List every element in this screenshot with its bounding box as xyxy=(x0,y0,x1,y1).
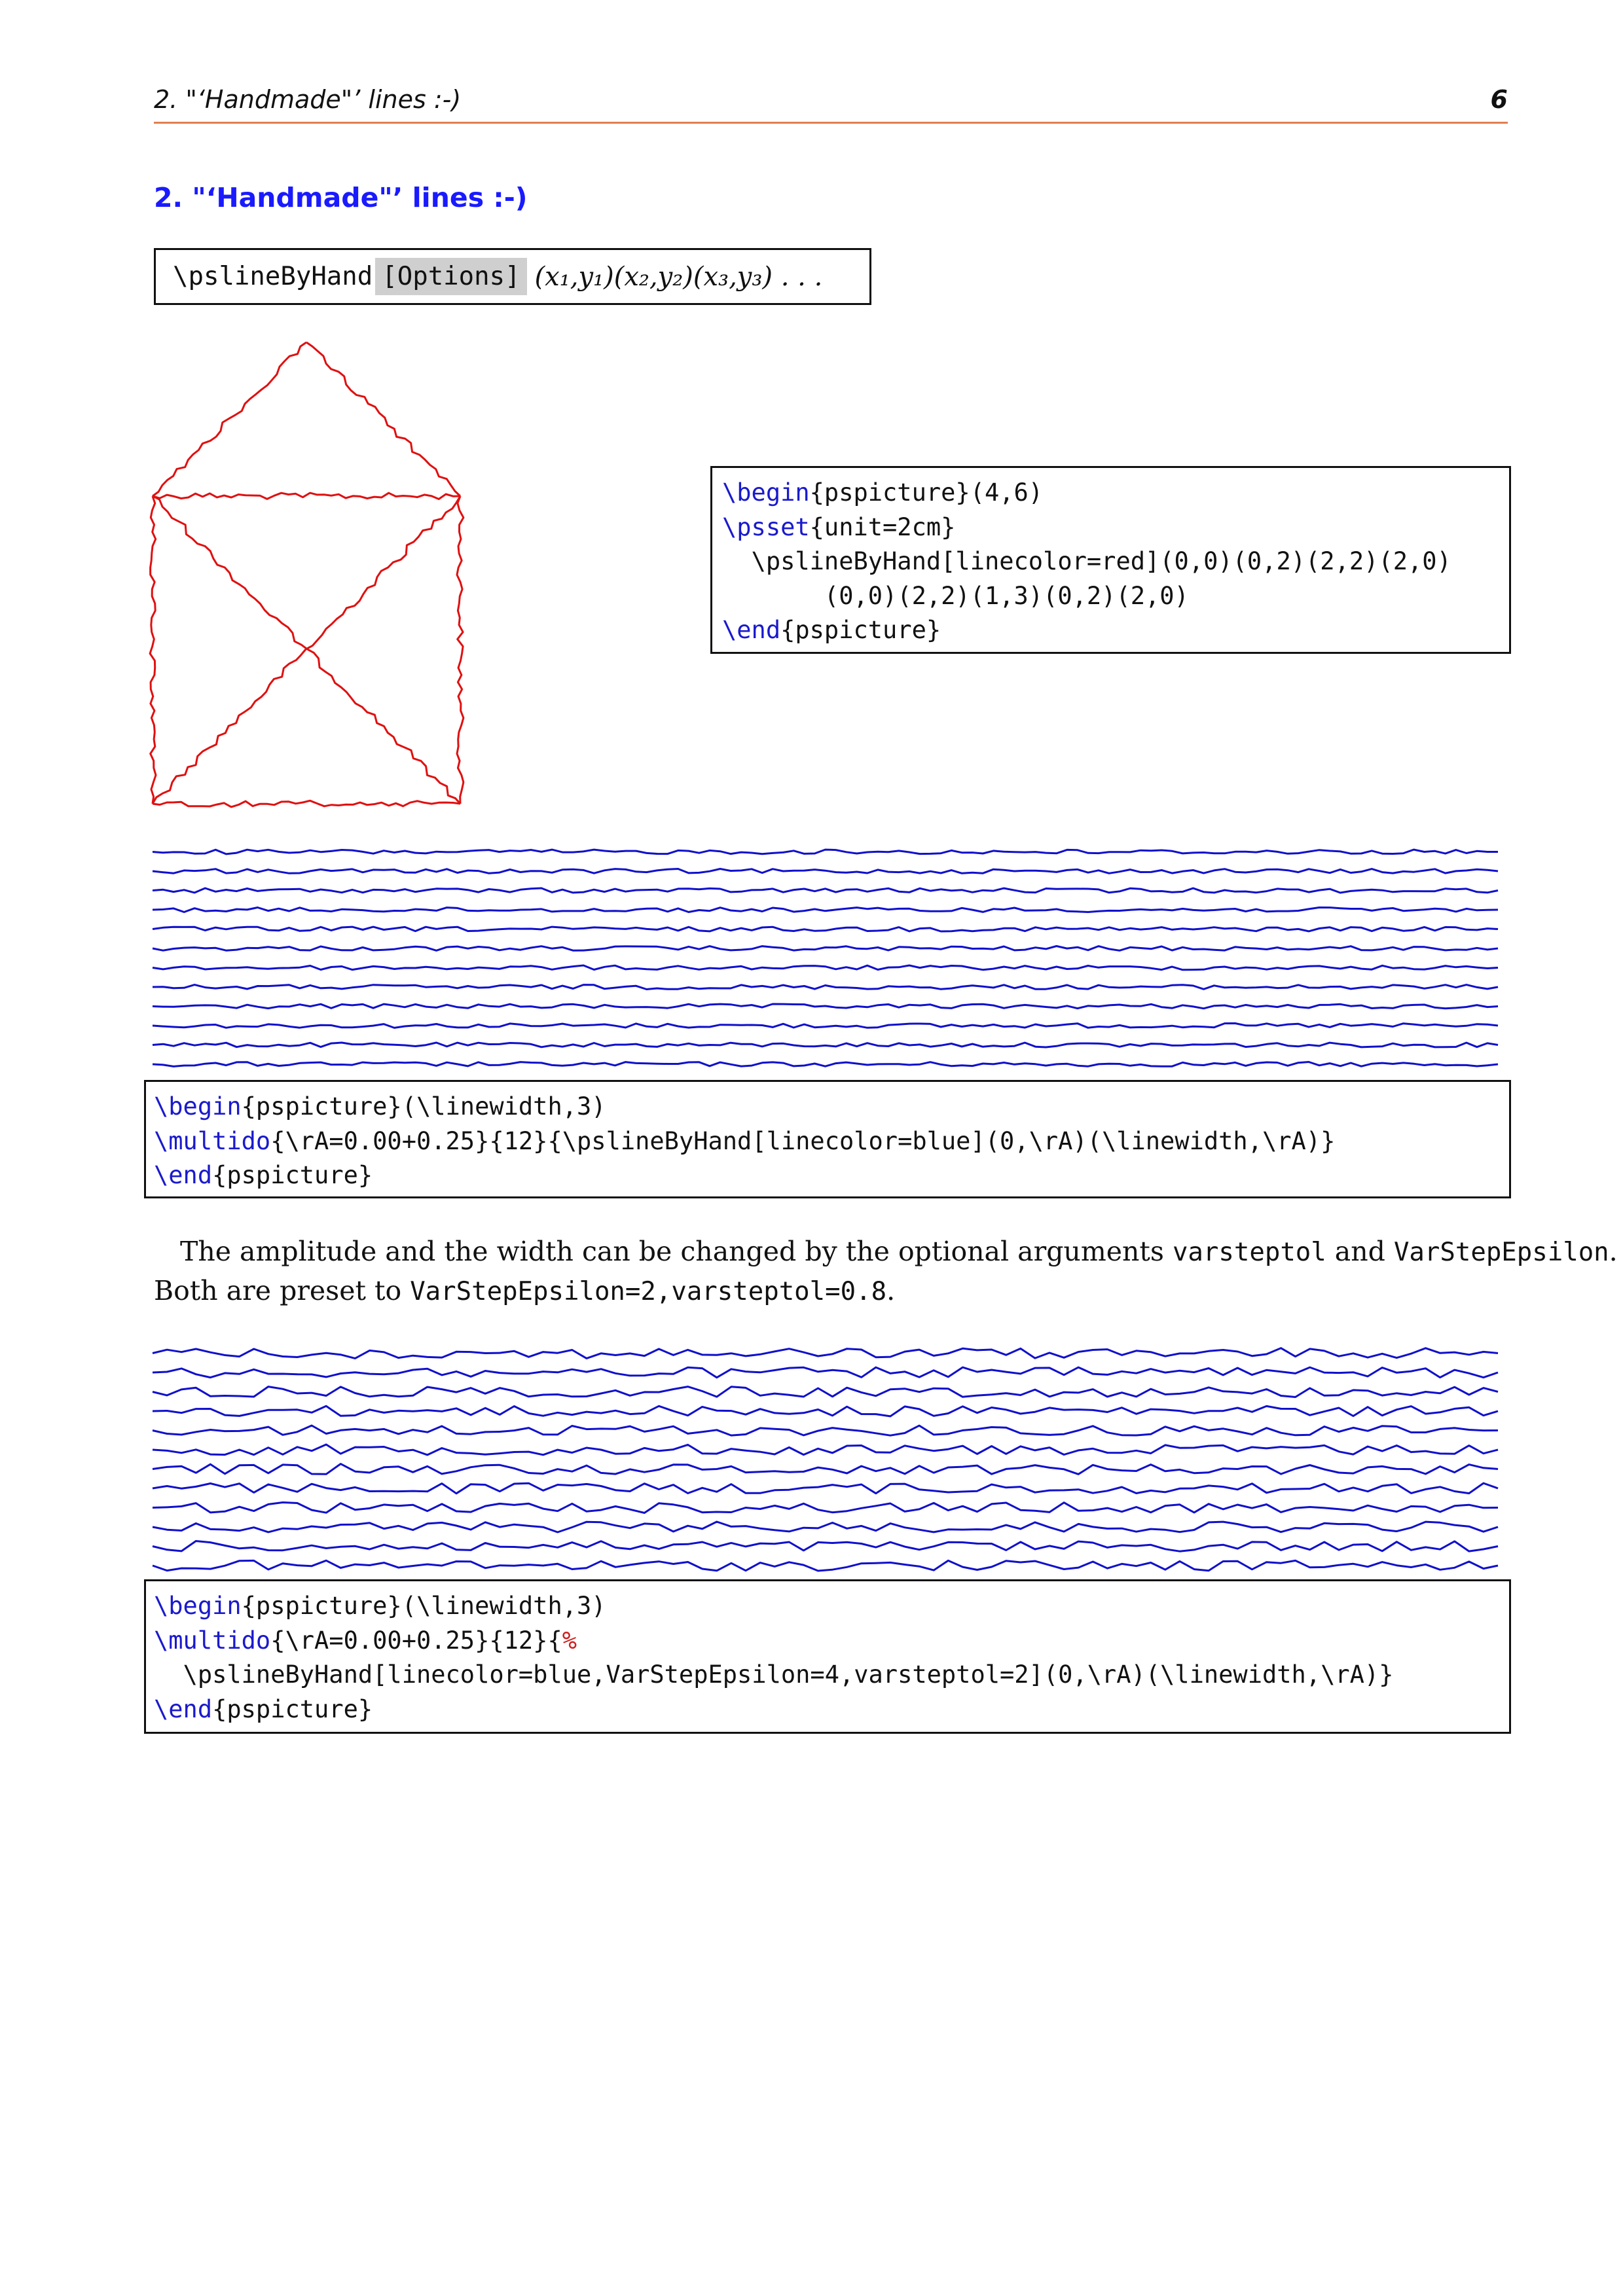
code-line: \end{pspicture} xyxy=(154,1693,1509,1727)
handmade-line xyxy=(152,1405,1499,1418)
figure-lines-wide xyxy=(152,1347,1499,1572)
code-keyword: \begin xyxy=(154,1592,242,1620)
handmade-line xyxy=(152,1347,1499,1359)
handmade-line xyxy=(152,1482,1499,1495)
code-keyword: \end xyxy=(154,1695,213,1723)
handmade-line xyxy=(152,1424,1499,1437)
code-box-lines-wide: \begin{pspicture}(\linewidth,3) \multido{… xyxy=(144,1579,1511,1734)
code-line: \pslineByHand[linecolor=blue,VarStepEpsi… xyxy=(154,1658,1509,1693)
handmade-line xyxy=(152,1463,1499,1475)
code-comment: % xyxy=(562,1626,577,1655)
code-text: {pspicture}(\linewidth,3) xyxy=(241,1592,606,1620)
handmade-line xyxy=(152,1520,1499,1534)
handmade-line xyxy=(152,1366,1499,1379)
handmade-line xyxy=(152,1386,1499,1398)
code-text: {pspicture} xyxy=(212,1695,373,1723)
code-text: {\rA=0.00+0.25}{12}{ xyxy=(270,1626,562,1655)
handmade-line xyxy=(152,1501,1499,1514)
handmade-line xyxy=(152,1443,1499,1456)
code-line: \multido{\rA=0.00+0.25}{12}{% xyxy=(154,1624,1509,1659)
handmade-line xyxy=(152,1540,1499,1552)
code-line: \begin{pspicture}(\linewidth,3) xyxy=(154,1589,1509,1624)
handmade-line xyxy=(152,1559,1499,1572)
code-keyword: \multido xyxy=(154,1626,271,1655)
code-text: \pslineByHand[linecolor=blue,VarStepEpsi… xyxy=(154,1660,1394,1689)
